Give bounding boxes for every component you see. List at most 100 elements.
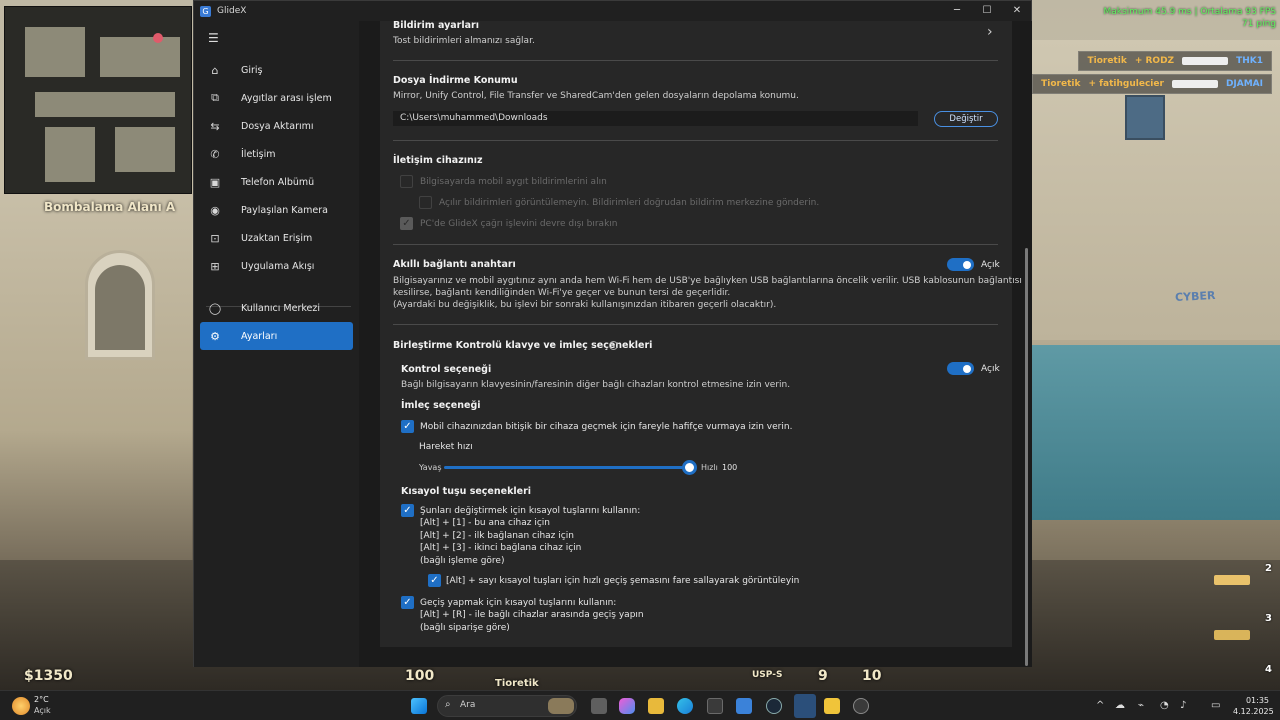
checkbox-shortcut-cycle[interactable]: ✓ xyxy=(401,596,414,609)
sidebar-item-remote-access[interactable]: ⊡ Uzaktan Erişim xyxy=(200,224,353,252)
checkbox-cursor-flick[interactable]: ✓ xyxy=(401,420,414,433)
speed-slider-track[interactable] xyxy=(444,466,689,469)
sidebar-item-shared-camera[interactable]: ◉ Paylaşılan Kamera xyxy=(200,196,353,224)
sidebar-item-communication[interactable]: ✆ İletişim xyxy=(200,140,353,168)
sidebar-item-label: Dosya Aktarımı xyxy=(241,120,314,132)
copilot-icon[interactable] xyxy=(619,698,635,714)
weather-icon[interactable] xyxy=(12,697,30,715)
minimap-area xyxy=(115,127,175,172)
check-icon: ✓ xyxy=(403,505,412,516)
checkbox-label: Bilgisayarda mobil aygıt bildirimlerini … xyxy=(420,177,607,187)
shortcut-options-title: Kısayol tuşu seçenekleri xyxy=(401,486,532,497)
smart-switch-toggle[interactable] xyxy=(947,258,974,271)
close-button[interactable]: ✕ xyxy=(1002,1,1032,21)
ping-line: 71 ping xyxy=(1242,19,1276,29)
pistol-slot-icon xyxy=(1214,575,1250,585)
killfeed-victim: THK1 xyxy=(1236,56,1263,66)
display-icon[interactable]: ◔ xyxy=(1160,700,1169,711)
speed-slider-handle[interactable] xyxy=(681,460,697,475)
weather-temperature[interactable]: 2°C xyxy=(34,695,49,704)
sync-icon[interactable]: ☁ xyxy=(1115,700,1125,711)
clock-date: 4.12.2025 xyxy=(1233,707,1274,716)
edge-browser-icon[interactable] xyxy=(677,698,693,714)
maximize-button[interactable]: ☐ xyxy=(972,1,1002,21)
sidebar-item-home[interactable]: ⌂ Giriş xyxy=(200,56,353,84)
glidex-taskbar-icon[interactable] xyxy=(794,694,816,718)
weapon-slot-number: 3 xyxy=(1265,613,1272,624)
sidebar-item-label: Ayarları xyxy=(241,330,278,342)
sidebar-item-user-center[interactable]: ◯ Kullanıcı Merkezi xyxy=(200,294,353,322)
sidebar-item-app-stream[interactable]: ⊞ Uygulama Akışı xyxy=(200,252,353,280)
sidebar-item-file-transfer[interactable]: ⇆ Dosya Aktarımı xyxy=(200,112,353,140)
user-icon: ◯ xyxy=(208,301,222,315)
task-view-icon[interactable] xyxy=(591,698,607,714)
cloud-icon[interactable]: ⌁ xyxy=(1138,700,1144,711)
search-icon: ⌕ xyxy=(445,699,451,710)
shortcut-line: (bağlı siparişe göre) xyxy=(420,623,510,633)
weapon-icon xyxy=(1182,57,1229,65)
sidebar-item-label: Aygıtlar arası işlem xyxy=(241,92,332,104)
scrollbar[interactable] xyxy=(1025,248,1028,666)
control-option-toggle[interactable] xyxy=(947,362,974,375)
smart-switch-desc: Bilgisayarınız ve mobil aygıtınız aynı a… xyxy=(393,276,1022,286)
weapon-slot-number: 4 xyxy=(1265,664,1272,675)
checkbox-mobile-notifications[interactable] xyxy=(400,175,413,188)
building-wall xyxy=(0,190,192,590)
home-icon: ⌂ xyxy=(211,63,219,77)
chevron-right-icon[interactable]: › xyxy=(987,24,993,40)
checkbox-disable-calls[interactable]: ✓ xyxy=(400,217,413,230)
check-icon: ✓ xyxy=(403,597,412,608)
start-icon[interactable] xyxy=(411,698,427,714)
killfeed-entry: Tioretik + fatihgulecier DJAMAI xyxy=(1032,74,1272,94)
change-location-button[interactable]: Değiştir xyxy=(934,111,998,127)
file-explorer-icon[interactable] xyxy=(648,698,664,714)
checkbox-popup-notifications[interactable] xyxy=(419,196,432,209)
knife-slot-icon xyxy=(1214,630,1250,640)
clock[interactable]: 01:35 4.12.2025 xyxy=(1233,695,1274,717)
sidebar-item-label: Telefon Albümü xyxy=(241,176,315,188)
sidebar-item-label: Giriş xyxy=(241,64,263,76)
sidebar-item-settings[interactable]: ⚙ Ayarları xyxy=(200,322,353,350)
killfeed-assist: + RODZ xyxy=(1134,56,1175,66)
slider-min-label: Yavaş xyxy=(419,463,442,472)
check-icon: ✓ xyxy=(403,421,412,432)
toggle-state-label: Açık xyxy=(981,364,1000,374)
window-title: GlideX xyxy=(217,6,247,16)
notification-settings-title[interactable]: Bildirim ayarları xyxy=(393,20,479,31)
shortcut-line: [Alt] + [3] - ikinci bağlana cihaz için xyxy=(420,543,582,553)
steam-icon[interactable] xyxy=(766,698,782,714)
smart-switch-desc: kesilirse, bağlantı kendiliğinden Wi-Fi'… xyxy=(393,288,731,298)
microsoft-store-icon[interactable] xyxy=(707,698,723,714)
slider-max-label: Hızlı xyxy=(701,463,718,472)
battery-icon[interactable]: ▭ xyxy=(1211,700,1220,711)
wifi-icon[interactable]: ♪ xyxy=(1180,700,1186,711)
checkbox-quick-switch[interactable]: ✓ xyxy=(428,574,441,587)
app-icon[interactable] xyxy=(824,698,840,714)
tray-overflow-icon[interactable]: ^ xyxy=(1096,700,1104,711)
bombsite-label: Bombalama Alanı A xyxy=(44,200,176,214)
sidebar-item-label: İletişim xyxy=(241,148,276,160)
info-icon[interactable]: ? xyxy=(609,341,618,350)
settings-icon: ⚙ xyxy=(210,329,220,343)
title-bar[interactable]: G GlideX ─ ☐ ✕ xyxy=(194,1,1031,21)
check-icon: ✓ xyxy=(402,218,411,229)
killfeed-victim: DJAMAI xyxy=(1225,79,1263,89)
checkbox-label: Açılır bildirimleri görüntülemeyin. Bild… xyxy=(439,198,820,208)
fps-counter: Maksimum 45.9 ms | Ortalama 93 FPS 71 pi… xyxy=(1103,6,1276,30)
speed-value: 100 xyxy=(722,463,738,472)
search-placeholder: Ara xyxy=(460,700,476,710)
hamburger-menu-icon[interactable]: ☰ xyxy=(208,31,219,45)
game-icon[interactable] xyxy=(853,698,869,714)
download-location-title: Dosya İndirme Konumu xyxy=(393,75,518,86)
sidebar-item-phone-album[interactable]: ▣ Telefon Albümü xyxy=(200,168,353,196)
checkbox-label: PC'de GlideX çağrı işlevini devre dışı b… xyxy=(420,219,618,229)
weather-condition[interactable]: Açık xyxy=(34,706,51,715)
shortcut-line: Geçiş yapmak için kısayol tuşlarını kull… xyxy=(420,598,617,608)
shortcut-line: (bağlı işleme göre) xyxy=(420,556,505,566)
download-path-field[interactable]: C:\Users\muhammed\Downloads xyxy=(393,111,918,126)
control-option-title: Kontrol seçeneği xyxy=(401,364,492,375)
minimize-button[interactable]: ─ xyxy=(942,1,972,21)
mail-icon[interactable] xyxy=(736,698,752,714)
sidebar-item-cross-device[interactable]: ⧉ Aygıtlar arası işlem xyxy=(200,84,353,112)
checkbox-shortcut-switch[interactable]: ✓ xyxy=(401,504,414,517)
